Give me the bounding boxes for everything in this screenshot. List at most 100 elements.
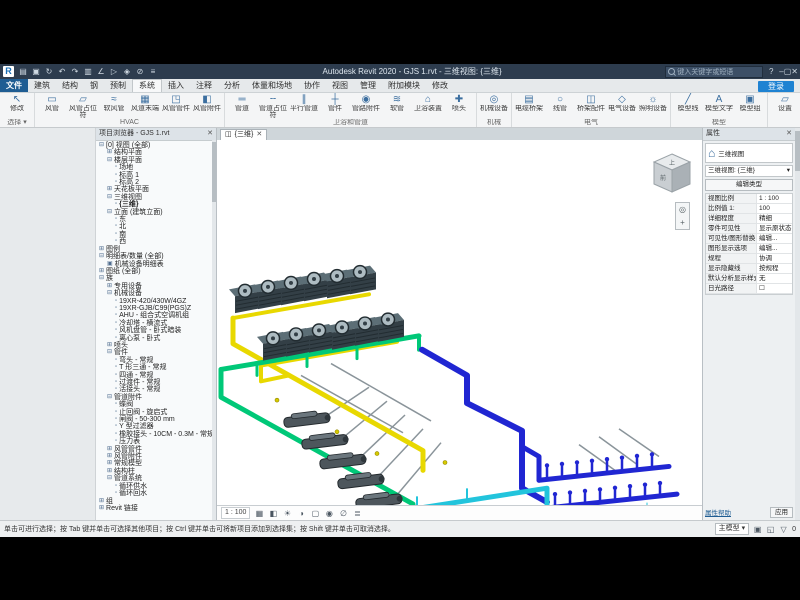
tree-node-icon[interactable]: ▫ [115,201,117,208]
qat-button-icon[interactable]: ≡ [147,67,159,76]
tree-item[interactable]: ⊞ 天花板平面 [96,186,216,193]
pan-zoom-icon[interactable]: + [680,216,685,229]
tree-node-icon[interactable]: ▫ [115,431,117,438]
tree-node-icon[interactable]: ⊞ [99,498,104,505]
tree-item[interactable]: ⊟ 楼层平面 [96,157,216,164]
tree-item[interactable]: ▫ 东 [96,216,216,223]
qat-button-icon[interactable]: ↻ [43,67,55,76]
tree-node-icon[interactable]: ▫ [115,231,117,238]
tree-item[interactable]: ▫ AHU - 组合式空调机组 [96,312,216,319]
tree-item[interactable]: ⊞ Revit 链接 [96,505,216,512]
ribbon-tab[interactable]: 协作 [298,79,326,92]
tree-node-icon[interactable]: ⊟ [99,142,104,149]
tree-node-icon[interactable]: ⊟ [107,194,112,201]
property-value[interactable]: ☐ [757,284,792,293]
property-row[interactable]: 零件可见性 显示原状态 [706,224,792,234]
property-value[interactable]: 编辑... [757,244,792,253]
tree-item[interactable]: ⊞ 图纸 (全部) [96,268,216,275]
close-icon[interactable]: ✕ [786,128,792,140]
ribbon-button[interactable]: ≈ 软风管 [99,94,129,119]
viewcube[interactable]: 上 前 [652,150,692,196]
scrollbar[interactable] [212,140,216,520]
qat-button-icon[interactable]: ▣ [30,67,42,76]
property-value[interactable]: 编辑... [757,234,792,243]
property-row[interactable]: 可见性/图形替换 编辑... [706,234,792,244]
steering-wheel-icon[interactable]: ◎ [679,203,686,216]
property-row[interactable]: 显示隐藏线 按规程 [706,264,792,274]
qat-button-icon[interactable]: ↶ [56,67,68,76]
view-control-icon[interactable]: ▢ [309,509,321,518]
view-control-icon[interactable]: ◉ [323,509,335,518]
ribbon-button[interactable]: ▦ 风道末端 [130,94,160,119]
ribbon-tab[interactable]: 系统 [132,79,162,92]
tree-node-icon[interactable]: ▫ [115,320,117,327]
tree-node-icon[interactable]: ▣ [107,261,113,268]
tree-node-icon[interactable]: ▫ [115,335,117,342]
tree-node-icon[interactable]: ▫ [115,364,117,371]
scrollbar[interactable] [795,128,800,520]
view-control-icon[interactable]: ≣ [351,509,363,518]
property-row[interactable]: 规程 协调 [706,254,792,264]
view-control-icon[interactable]: ∅ [337,509,349,518]
tree-item[interactable]: ⊟ 管道系统 [96,475,216,482]
qat-button-icon[interactable]: ◈ [121,67,133,76]
apply-button[interactable]: 应用 [770,507,793,518]
tree-node-icon[interactable]: ⊟ [107,290,112,297]
qat-button-icon[interactable]: ↷ [69,67,81,76]
ribbon-tab[interactable]: 结构 [56,79,84,92]
tree-node-icon[interactable]: ⊞ [107,342,112,349]
close-icon[interactable]: ✕ [207,128,213,140]
tree-node-icon[interactable]: ▫ [115,164,117,171]
ribbon-button[interactable]: ┼ 管件 [320,94,350,119]
tree-node-icon[interactable]: ▫ [115,423,117,430]
ribbon-tab[interactable]: 文件 [0,79,28,92]
tree-item[interactable]: ▫ 活接头 - 常规 [96,386,216,393]
ribbon-button[interactable]: ◎ 机械设备 [479,94,509,119]
property-value[interactable]: 显示原状态 [757,224,792,233]
tree-node-icon[interactable]: ▫ [115,409,117,416]
tree-item[interactable]: ⊟ 管件 [96,349,216,356]
property-value[interactable]: 精细 [757,214,792,223]
tree-node-icon[interactable]: ⊟ [107,349,112,356]
tree-node-icon[interactable]: ⊟ [107,209,112,216]
ribbon-tab[interactable]: 插入 [162,79,190,92]
view-tab[interactable]: ◫ {三维} ✕ [220,129,267,140]
ribbon-button[interactable]: ◫ 桥架配件 [576,94,606,119]
ribbon-panel-label[interactable]: 卫浴和管道 [225,119,476,127]
view-control-icon[interactable]: ◧ [267,509,279,518]
ribbon-button[interactable]: ◇ 电气设备 [607,94,637,119]
tree-node-icon[interactable]: ▫ [115,372,117,379]
drawing-area[interactable]: 上 前 ◎ + [217,140,702,505]
ribbon-tab[interactable]: 建筑 [28,79,56,92]
view-control-icon[interactable]: ◑ [295,509,307,518]
tree-node-icon[interactable]: ▫ [115,438,117,445]
3d-model-view[interactable] [217,140,702,505]
tree-node-icon[interactable]: ▫ [115,379,117,386]
tree-node-icon[interactable]: ▫ [115,238,117,245]
qat-button-icon[interactable]: ▷ [108,67,120,76]
view-scale[interactable]: 1 : 100 [221,507,250,519]
tree-node-icon[interactable]: ▫ [115,216,117,223]
signin-button[interactable]: 登录 [758,81,794,92]
tree-node-icon[interactable]: ▫ [115,386,117,393]
ribbon-button[interactable]: ↖ 修改 [2,94,32,119]
tree-node-icon[interactable]: ⊞ [107,460,112,467]
tree-item[interactable]: ▫ 蝶阀 [96,401,216,408]
property-value[interactable]: 按规程 [757,264,792,273]
ribbon-button[interactable]: ◳ 风管管件 [161,94,191,119]
ribbon-panel-label[interactable]: 工作平面 [768,119,800,127]
ribbon-button[interactable]: ▱ 设置 [770,94,800,119]
help-icon[interactable]: ? [766,67,776,76]
tree-item[interactable]: ⊟ 明细表/数量 (全部) [96,253,216,260]
ribbon-tab[interactable]: 预制 [104,79,132,92]
tree-node-icon[interactable]: ▫ [115,298,117,305]
tree-node-icon[interactable]: ⊟ [107,475,112,482]
app-menu-button[interactable]: R [3,66,14,77]
tree-item[interactable]: ▫ 四通 - 常规 [96,372,216,379]
tree-node-icon[interactable]: ⊞ [107,186,112,193]
tree-item[interactable]: ▫ 循环供水 [96,483,216,490]
tree-node-icon[interactable]: ⊞ [99,505,104,512]
tree-node-icon[interactable]: ⊞ [107,149,112,156]
blue-pipes[interactable] [422,350,677,505]
tree-node-icon[interactable]: ⊞ [107,283,112,290]
